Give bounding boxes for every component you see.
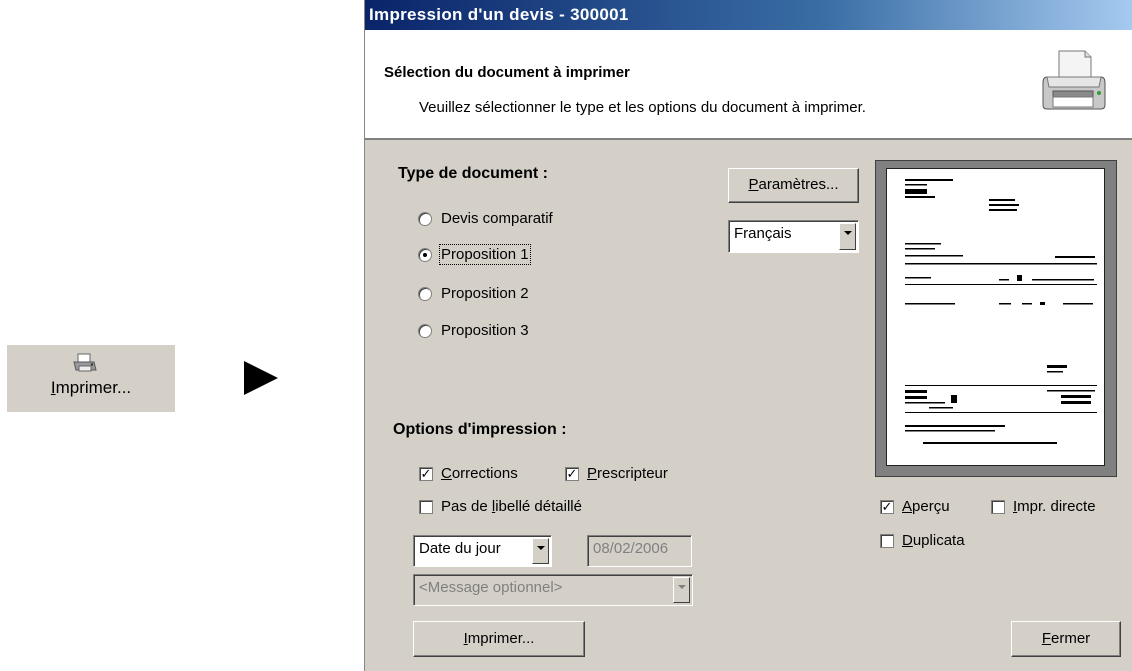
radio-label: Proposition 1 bbox=[439, 244, 531, 265]
checkbox-corrections[interactable]: ✓ Corrections bbox=[419, 465, 518, 482]
radio-button-selected[interactable] bbox=[418, 247, 432, 262]
date-field[interactable]: 08/02/2006 bbox=[587, 535, 692, 567]
radio-proposition-1[interactable]: Proposition 1 bbox=[418, 244, 531, 265]
message-select[interactable]: <Message optionnel> bbox=[413, 574, 693, 606]
radio-devis-comparatif[interactable]: Devis comparatif bbox=[418, 210, 553, 227]
check-icon[interactable]: ✓ bbox=[880, 499, 894, 514]
print-button[interactable]: Imprimer... bbox=[413, 621, 585, 657]
message-select-placeholder: <Message optionnel> bbox=[419, 579, 563, 596]
checkbox-apercu[interactable]: ✓ Aperçu bbox=[880, 498, 950, 515]
dialog-header: Sélection du document à imprimer Veuille… bbox=[365, 30, 1132, 140]
checkbox-prescripteur[interactable]: ✓ Prescripteur bbox=[565, 465, 668, 482]
close-button[interactable]: Fermer bbox=[1011, 621, 1121, 657]
printer-icon bbox=[72, 352, 98, 378]
checkbox-box[interactable] bbox=[991, 499, 1005, 514]
chevron-down-icon[interactable] bbox=[673, 577, 690, 603]
print-dialog: Impression d'un devis - 300001 Sélection… bbox=[364, 0, 1132, 671]
radio-button[interactable] bbox=[418, 286, 432, 301]
dialog-titlebar: Impression d'un devis - 300001 bbox=[365, 0, 1132, 30]
language-select[interactable]: Français bbox=[728, 220, 859, 253]
radio-button[interactable] bbox=[418, 211, 432, 226]
preview-thumbnail bbox=[905, 179, 1097, 444]
parametres-button[interactable]: Paramètres... bbox=[728, 168, 859, 203]
toolbar-print-label: Imprimer... bbox=[50, 378, 132, 397]
radio-label: Proposition 3 bbox=[441, 322, 529, 339]
header-title: Sélection du document à imprimer bbox=[384, 64, 630, 81]
options-section-title: Options d'impression : bbox=[393, 421, 567, 438]
radio-button[interactable] bbox=[418, 323, 432, 338]
document-preview bbox=[875, 160, 1117, 477]
checkbox-impr-directe[interactable]: Impr. directe bbox=[991, 498, 1096, 515]
toolbar-print-button[interactable]: Imprimer... bbox=[7, 345, 175, 412]
language-select-value: Français bbox=[734, 225, 792, 242]
chevron-down-icon[interactable] bbox=[532, 538, 549, 564]
chevron-down-icon[interactable] bbox=[839, 223, 856, 250]
checkbox-box[interactable] bbox=[419, 499, 433, 514]
date-field-value: 08/02/2006 bbox=[593, 540, 669, 557]
preview-page bbox=[886, 168, 1105, 466]
checkbox-pas-de-libelle[interactable]: Pas de libellé détaillé bbox=[419, 498, 582, 515]
check-icon[interactable]: ✓ bbox=[565, 466, 579, 481]
printer-icon bbox=[1039, 47, 1109, 121]
date-type-select[interactable]: Date du jour bbox=[413, 535, 552, 567]
radio-label: Proposition 2 bbox=[441, 285, 529, 302]
radio-proposition-3[interactable]: Proposition 3 bbox=[418, 322, 529, 339]
checkbox-duplicata[interactable]: Duplicata bbox=[880, 532, 965, 549]
radio-label: Devis comparatif bbox=[441, 210, 553, 227]
date-type-value: Date du jour bbox=[419, 540, 501, 557]
type-section-title: Type de document : bbox=[398, 165, 548, 182]
checkbox-box[interactable] bbox=[880, 533, 894, 548]
header-subtitle: Veuillez sélectionner le type et les opt… bbox=[419, 99, 866, 116]
arrow-right-icon bbox=[244, 361, 278, 399]
check-icon[interactable]: ✓ bbox=[419, 466, 433, 481]
radio-proposition-2[interactable]: Proposition 2 bbox=[418, 285, 529, 302]
